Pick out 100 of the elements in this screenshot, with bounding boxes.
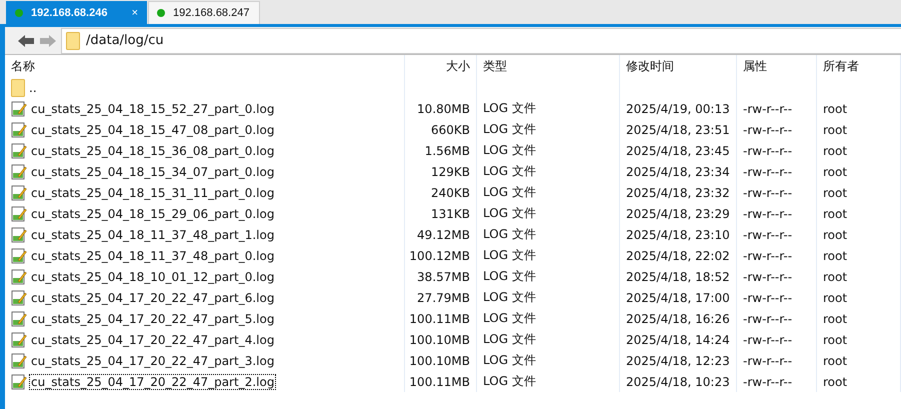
folder-icon bbox=[11, 78, 25, 96]
file-name[interactable]: cu_stats_25_04_17_20_22_47_part_3.log bbox=[30, 354, 276, 368]
file-name[interactable]: cu_stats_25_04_18_15_47_08_part_0.log bbox=[30, 122, 276, 136]
file-type: LOG 文件 bbox=[477, 182, 620, 203]
file-attributes: -rw-r--r-- bbox=[737, 350, 817, 371]
file-name[interactable]: cu_stats_25_04_17_20_22_47_part_4.log bbox=[30, 332, 276, 346]
tab-label: 192.168.68.246 bbox=[31, 7, 108, 19]
file-size: 660KB bbox=[405, 119, 477, 140]
text-file-icon bbox=[11, 290, 27, 306]
modified-time: 2025/4/18, 23:32 bbox=[620, 182, 737, 203]
file-attributes: -rw-r--r-- bbox=[737, 98, 817, 119]
file-attributes: -rw-r--r-- bbox=[737, 287, 817, 308]
file-attributes: -rw-r--r-- bbox=[737, 308, 817, 329]
file-size: 131KB bbox=[405, 203, 477, 224]
modified-time: 2025/4/18, 10:23 bbox=[620, 371, 737, 392]
text-file-icon bbox=[11, 100, 27, 116]
file-owner: root bbox=[817, 329, 901, 350]
modified-time: 2025/4/18, 22:02 bbox=[620, 245, 737, 266]
file-name[interactable]: cu_stats_25_04_17_20_22_47_part_6.log bbox=[30, 290, 276, 304]
path-field[interactable]: /data/log/cu bbox=[61, 28, 901, 54]
file-type: LOG 文件 bbox=[477, 98, 620, 119]
file-type: LOG 文件 bbox=[477, 266, 620, 287]
file-size: 100.12MB bbox=[405, 245, 477, 266]
file-attributes: -rw-r--r-- bbox=[737, 266, 817, 287]
file-type: LOG 文件 bbox=[477, 119, 620, 140]
file-owner: root bbox=[817, 224, 901, 245]
file-type: LOG 文件 bbox=[477, 308, 620, 329]
modified-time: 2025/4/19, 00:13 bbox=[620, 98, 737, 119]
column-header[interactable]: 类型 bbox=[477, 55, 620, 77]
text-file-icon bbox=[11, 352, 27, 368]
file-name[interactable]: cu_stats_25_04_18_15_29_06_part_0.log bbox=[30, 206, 276, 220]
tab-label: 192.168.68.247 bbox=[173, 7, 250, 19]
file-attributes: -rw-r--r-- bbox=[737, 182, 817, 203]
column-header[interactable]: 名称 bbox=[5, 55, 405, 77]
file-name[interactable]: cu_stats_25_04_18_11_37_48_part_1.log bbox=[30, 228, 276, 242]
modified-time: 2025/4/18, 23:10 bbox=[620, 224, 737, 245]
text-file-icon bbox=[11, 248, 27, 264]
file-owner: root bbox=[817, 140, 901, 161]
file-size: 1.56MB bbox=[405, 140, 477, 161]
file-attributes: -rw-r--r-- bbox=[737, 245, 817, 266]
file-owner: root bbox=[817, 371, 901, 392]
file-size: 100.10MB bbox=[405, 350, 477, 371]
file-type: LOG 文件 bbox=[477, 161, 620, 182]
column-header[interactable]: 修改时间 bbox=[620, 55, 737, 77]
modified-time: 2025/4/18, 23:34 bbox=[620, 161, 737, 182]
text-file-icon bbox=[11, 164, 27, 180]
back-arrow-icon[interactable] bbox=[17, 34, 35, 48]
modified-time: 2025/4/18, 17:00 bbox=[620, 287, 737, 308]
column-header[interactable]: 所有者 bbox=[817, 55, 901, 77]
text-file-icon bbox=[11, 310, 27, 326]
file-attributes: -rw-r--r-- bbox=[737, 371, 817, 392]
file-name[interactable]: cu_stats_25_04_18_15_52_27_part_0.log bbox=[30, 102, 276, 116]
modified-time: 2025/4/18, 12:23 bbox=[620, 350, 737, 371]
file-type: LOG 文件 bbox=[477, 203, 620, 224]
file-type: LOG 文件 bbox=[477, 224, 620, 245]
close-tab-button[interactable]: × bbox=[132, 7, 138, 19]
modified-time: 2025/4/18, 14:24 bbox=[620, 329, 737, 350]
connection-tab[interactable]: 192.168.68.247 bbox=[148, 1, 260, 24]
modified-time: 2025/4/18, 23:51 bbox=[620, 119, 737, 140]
file-type: LOG 文件 bbox=[477, 245, 620, 266]
file-size: 100.11MB bbox=[405, 371, 477, 392]
file-type: LOG 文件 bbox=[477, 371, 620, 392]
modified-time: 2025/4/18, 18:52 bbox=[620, 266, 737, 287]
file-type: LOG 文件 bbox=[477, 329, 620, 350]
file-name[interactable]: cu_stats_25_04_18_15_31_11_part_0.log bbox=[30, 186, 276, 200]
file-owner: root bbox=[817, 245, 901, 266]
file-owner: root bbox=[817, 266, 901, 287]
column-header[interactable]: 大小 bbox=[405, 55, 477, 77]
file-type: LOG 文件 bbox=[477, 140, 620, 161]
file-attributes: -rw-r--r-- bbox=[737, 161, 817, 182]
text-file-icon bbox=[11, 332, 27, 348]
file-name[interactable]: cu_stats_25_04_18_15_36_08_part_0.log bbox=[30, 144, 276, 158]
file-attributes: -rw-r--r-- bbox=[737, 329, 817, 350]
file-name[interactable]: cu_stats_25_04_18_10_01_12_part_0.log bbox=[30, 270, 276, 284]
text-file-icon bbox=[11, 226, 27, 242]
file-name[interactable]: cu_stats_25_04_18_11_37_48_part_0.log bbox=[30, 248, 276, 262]
file-attributes: -rw-r--r-- bbox=[737, 203, 817, 224]
connection-tab[interactable]: 192.168.68.246 × bbox=[6, 1, 147, 24]
file-attributes: -rw-r--r-- bbox=[737, 224, 817, 245]
file-size: 240KB bbox=[405, 182, 477, 203]
file-owner: root bbox=[817, 287, 901, 308]
file-size: 100.10MB bbox=[405, 329, 477, 350]
parent-folder-label: .. bbox=[29, 80, 37, 94]
file-owner: root bbox=[817, 119, 901, 140]
file-name[interactable]: cu_stats_25_04_18_15_34_07_part_0.log bbox=[30, 164, 276, 178]
file-size: 129KB bbox=[405, 161, 477, 182]
file-owner: root bbox=[817, 203, 901, 224]
file-size: 100.11MB bbox=[405, 308, 477, 329]
file-attributes: -rw-r--r-- bbox=[737, 119, 817, 140]
file-owner: root bbox=[817, 161, 901, 182]
file-type: LOG 文件 bbox=[477, 350, 620, 371]
file-size: 10.80MB bbox=[405, 98, 477, 119]
column-header[interactable]: 属性 bbox=[737, 55, 817, 77]
folder-icon bbox=[66, 32, 80, 50]
file-type: LOG 文件 bbox=[477, 287, 620, 308]
file-name[interactable]: cu_stats_25_04_17_20_22_47_part_5.log bbox=[30, 312, 276, 326]
file-attributes: -rw-r--r-- bbox=[737, 140, 817, 161]
file-owner: root bbox=[817, 98, 901, 119]
text-file-icon bbox=[11, 184, 27, 200]
file-name[interactable]: cu_stats_25_04_17_20_22_47_part_2.log bbox=[30, 374, 276, 388]
